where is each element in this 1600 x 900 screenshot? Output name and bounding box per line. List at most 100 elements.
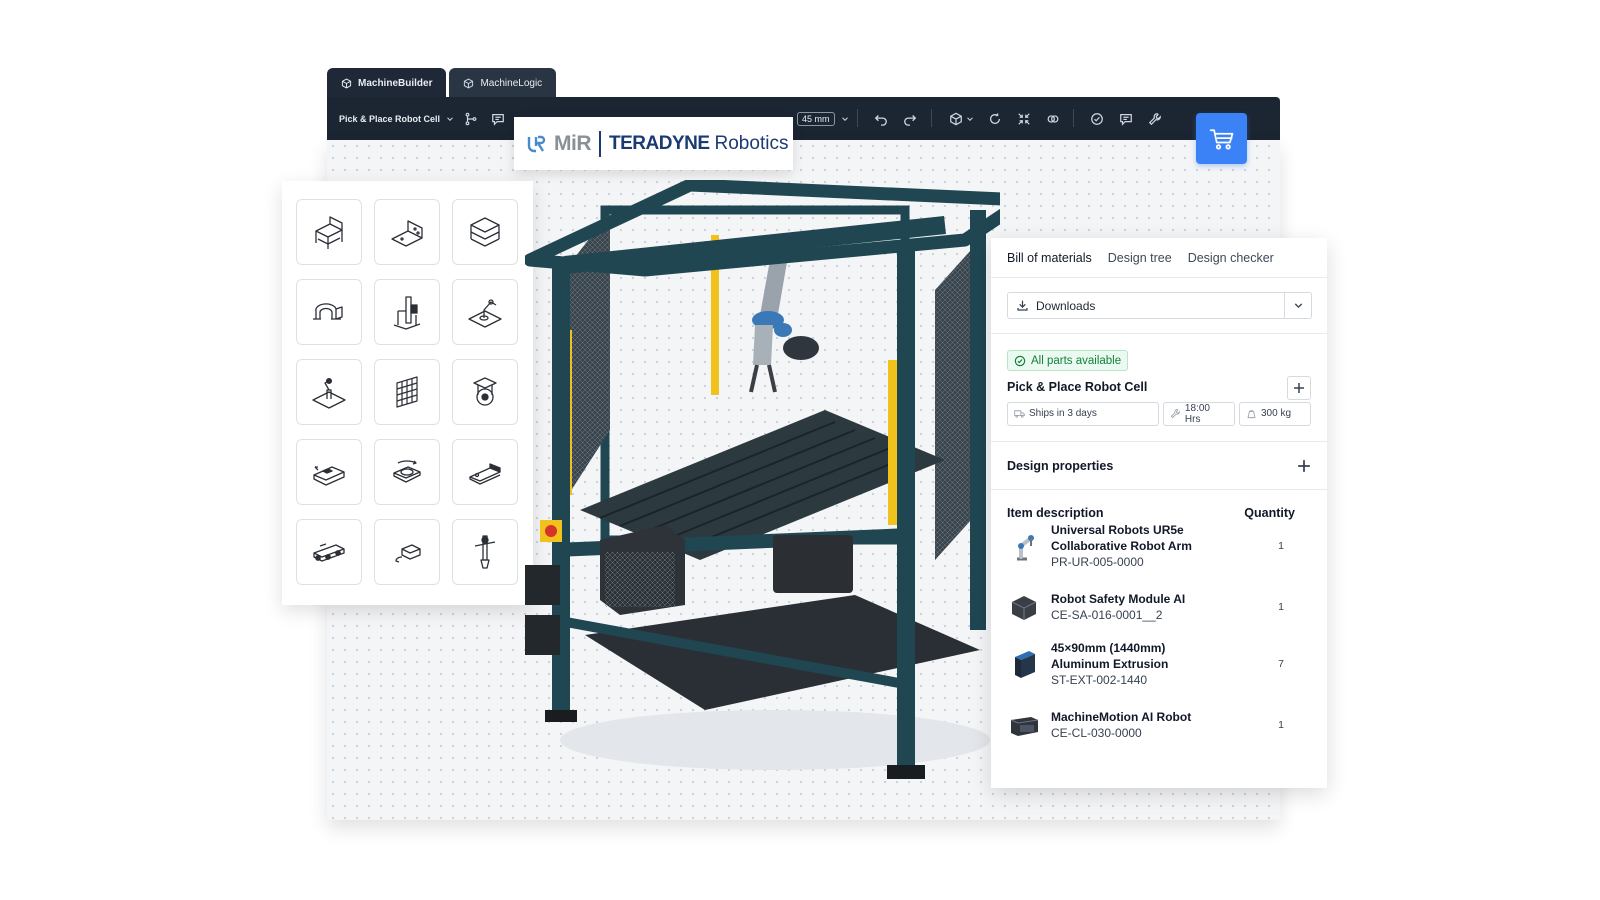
robot-cell-3d-model[interactable] [525,180,1000,800]
project-selector[interactable]: Pick & Place Robot Cell [339,97,455,140]
bom-item-row[interactable]: MachineMotion AI Robot CE-CL-030-0000 1 [1007,708,1311,742]
item-thumbnail [1007,647,1041,681]
workbench-icon [315,216,343,249]
rotary-table-icon [393,460,421,483]
assembly-time-chip: 18:00 Hrs [1163,401,1235,426]
item-name-line2: Collaborative Robot Arm [1051,539,1192,553]
tab-machinebuilder[interactable]: MachineBuilder [327,68,447,98]
angle-bracket-icon [391,220,423,247]
tab-bill-of-materials[interactable]: Bill of materials [1007,251,1092,265]
cart-button[interactable] [1196,113,1247,164]
controller-box [600,525,685,615]
robotics-wordmark: Robotics [714,132,789,154]
brand-divider [599,130,601,157]
item-name-line2: Aluminum Extrusion [1051,657,1169,671]
downloads-button[interactable]: Downloads [1008,293,1284,318]
rotate-icon [990,112,1000,124]
library-item-plates[interactable] [452,199,518,265]
library-item-caster[interactable] [452,359,518,425]
library-item-conveyor[interactable] [296,519,362,585]
tools-button[interactable] [1148,97,1162,140]
view-cube-button[interactable] [949,97,975,140]
chevron-down-icon [447,116,453,121]
quantity-header: Quantity [1244,506,1295,520]
controller-icon [1010,717,1039,736]
robot-arm-base-icon [312,377,346,409]
link-button[interactable] [1046,97,1060,140]
comment-icon [1120,113,1132,126]
redo-icon [904,114,917,126]
check-circle-icon [1091,112,1103,125]
items-header: Item description Quantity [991,490,1327,520]
chevron-down-icon [967,116,973,121]
library-item-robot-base[interactable] [296,359,362,425]
design-properties-section[interactable]: Design properties [991,442,1327,490]
component-library [282,181,533,605]
chevron-down-icon [841,116,848,121]
teach-pendant [773,535,853,593]
item-quantity: 7 [1278,658,1284,670]
redo-button[interactable] [903,97,917,140]
increment-selector[interactable]: 45 mm [797,97,850,140]
shipping-chip: Ships in 3 days [1007,401,1159,426]
library-item-rotary-table[interactable] [374,439,440,505]
library-item-mesh-panel[interactable] [374,359,440,425]
cell-attributes: Ships in 3 days 18:00 Hrs 300 kg [1007,401,1311,426]
item-quantity: 1 [1278,540,1284,552]
library-item-angle-bracket[interactable] [374,199,440,265]
toolbar-divider [931,109,932,127]
foot-right [887,765,925,779]
library-item-linear-actuator[interactable] [296,439,362,505]
link-icon [1047,114,1059,123]
wrench-icon [1148,112,1161,125]
wrench-icon [1170,408,1181,419]
item-thumbnail [1007,708,1041,742]
plus-icon [1294,383,1304,393]
safety-module-icon [1011,596,1037,620]
tab-design-tree[interactable]: Design tree [1108,251,1172,265]
branch-button[interactable] [464,97,478,140]
bom-item-row[interactable]: 45×90mm (1440mm) Aluminum Extrusion ST-E… [1007,640,1311,688]
weight-icon [1247,409,1256,419]
bom-item-row[interactable]: Robot Safety Module AI CE-SA-016-0001__2… [1007,590,1311,624]
library-item-workbench[interactable] [296,199,362,265]
cart-icon [1209,128,1233,149]
tab-machinelogic[interactable]: MachineLogic [449,68,557,98]
item-code: CE-CL-030-0000 [1051,726,1142,740]
add-to-cart-button[interactable] [1287,376,1311,400]
downloads-expand[interactable] [1284,293,1311,318]
rotate-button[interactable] [988,97,1002,140]
item-name-line1: 45×90mm (1440mm) [1051,641,1166,655]
library-item-gripper-tool[interactable] [452,519,518,585]
library-item-column-mount[interactable] [374,279,440,345]
undo-icon [874,114,887,126]
library-item-belt-actuator[interactable] [452,439,518,505]
library-item-robot-plate[interactable] [452,279,518,345]
branch-icon [465,112,477,125]
item-quantity: 1 [1278,601,1284,613]
item-text: MachineMotion AI Robot CE-CL-030-0000 [1051,709,1261,741]
bom-item-row[interactable]: Universal Robots UR5e Collaborative Robo… [1007,522,1311,570]
plus-icon[interactable] [1297,459,1311,473]
io-box-top [525,565,560,605]
floor-shadow [560,710,990,770]
downloads-dropdown[interactable]: Downloads [1007,292,1312,319]
library-item-sensor-block[interactable] [374,519,440,585]
feedback-button[interactable] [1119,97,1133,140]
sensor-block-icon [395,544,421,563]
item-name-line1: MachineMotion AI Robot [1051,710,1192,724]
conveyor-icon [313,543,345,562]
undo-button[interactable] [874,97,888,140]
main-toolbar: Pick & Place Robot Cell 45 mm [327,97,1280,140]
tab-design-checker[interactable]: Design checker [1188,251,1274,265]
availability-text: All parts available [1031,354,1122,367]
bottom-shelf [585,595,980,710]
fit-view-button[interactable] [1017,97,1031,140]
comment-button[interactable] [491,97,505,140]
weight-chip: 300 kg [1239,401,1311,426]
io-box-bottom [525,615,560,655]
check-button[interactable] [1090,97,1104,140]
weight-text: 300 kg [1261,408,1292,419]
library-item-handle[interactable] [296,279,362,345]
item-description-header: Item description [1007,506,1104,520]
